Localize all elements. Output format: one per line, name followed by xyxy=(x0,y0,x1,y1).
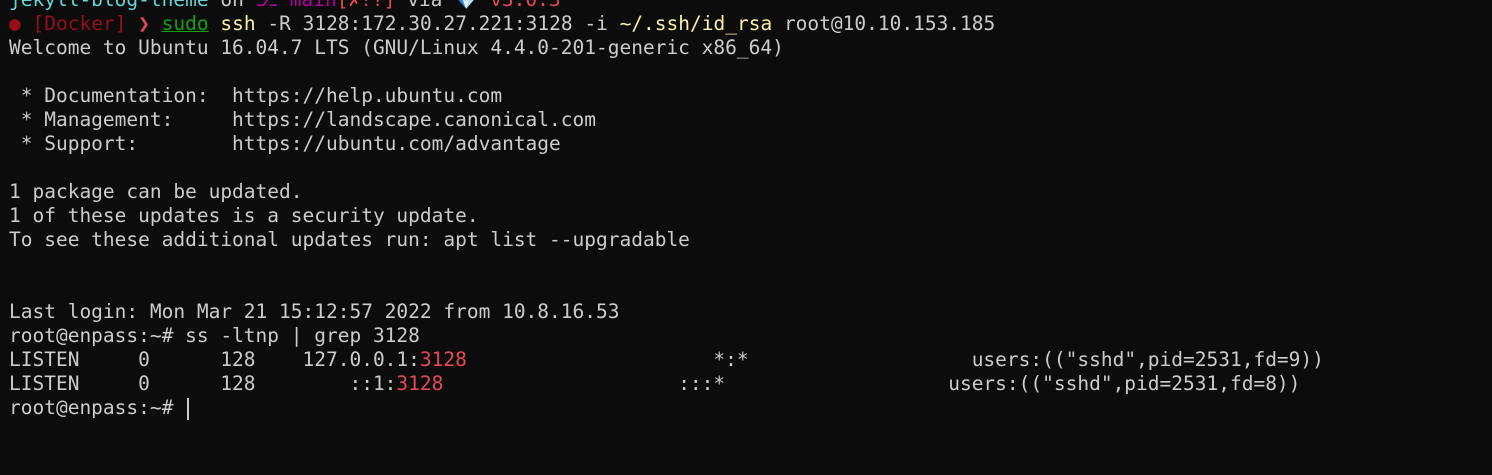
motd-upgrade-hint: To see these additional updates run: apt… xyxy=(9,228,690,251)
listen-port: 3128 xyxy=(396,372,444,395)
remote-command-line: root@enpass:~# ss -ltnp | grep 3128 xyxy=(9,324,420,347)
ssh-args: -R 3128:172.30.27.221:3128 -i xyxy=(255,12,620,35)
ruby-version: v3.0.3 xyxy=(490,0,560,11)
motd-documentation: * Documentation: https://help.ubuntu.com xyxy=(9,84,503,107)
prompt-arrow-icon: ❯ xyxy=(138,12,150,35)
docker-context: [Docker] xyxy=(32,12,127,35)
motd-package-count: 1 package can be updated. xyxy=(9,180,303,203)
last-login-line: Last login: Mon Mar 21 15:12:57 2022 fro… xyxy=(9,300,620,323)
prompt-directory: jekyll-blog-theme xyxy=(9,0,209,11)
sudo-command: sudo xyxy=(161,12,209,35)
listen-row-suffix: :::* users:(("sshd",pid=2531,fd=8)) xyxy=(443,372,1301,395)
prompt-on-text: on xyxy=(209,0,256,11)
shell-prompt: root@enpass:~# xyxy=(9,396,186,419)
git-branch-icon: ⎇ xyxy=(256,0,290,11)
status-dot-icon: ● xyxy=(9,12,21,35)
listen-row-prefix: LISTEN 0 128 ::1: xyxy=(9,372,397,395)
listen-row-suffix: *:* users:(("sshd",pid=2531,fd=9)) xyxy=(466,348,1324,371)
ssh-command-line: ● [Docker] ❯ sudo ssh -R 3128:172.30.27.… xyxy=(9,12,995,36)
ssh-target: root@10.10.153.185 xyxy=(772,12,996,35)
git-branch: main xyxy=(290,0,337,11)
motd-management: * Management: https://landscape.canonica… xyxy=(9,108,596,131)
listen-row: LISTEN 0 128 ::1:3128 :::* users:(("sshd… xyxy=(9,372,1300,396)
listen-port: 3128 xyxy=(419,348,467,371)
motd-security-updates: 1 of these updates is a security update. xyxy=(9,204,479,227)
prompt-via-text: via xyxy=(395,0,454,11)
gem-icon: 💎 xyxy=(454,0,490,11)
active-prompt-line[interactable]: root@enpass:~# xyxy=(9,396,190,420)
prompt-status-line: jekyll-blog-theme on ⎇ main[✗!?] via 💎 v… xyxy=(9,0,561,12)
key-path: ~/.ssh/id_rsa xyxy=(619,12,773,35)
motd-welcome: Welcome to Ubuntu 16.04.7 LTS (GNU/Linux… xyxy=(9,36,784,59)
text-cursor[interactable] xyxy=(187,397,190,420)
terminal-window[interactable]: jekyll-blog-theme on ⎇ main[✗!?] via 💎 v… xyxy=(0,0,1492,475)
listen-row: LISTEN 0 128 127.0.0.1:3128 *:* users:((… xyxy=(9,348,1324,372)
listen-row-prefix: LISTEN 0 128 127.0.0.1: xyxy=(9,348,420,371)
ssh-command: ssh xyxy=(220,12,256,35)
git-status: [✗!?] xyxy=(337,0,396,11)
motd-support: * Support: https://ubuntu.com/advantage xyxy=(9,132,561,155)
